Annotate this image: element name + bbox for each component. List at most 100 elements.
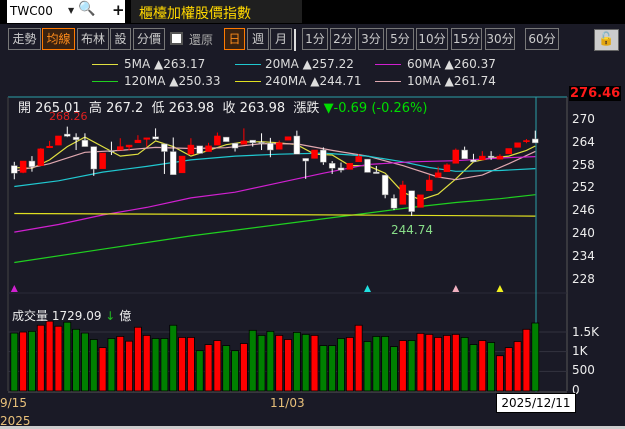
volume-bar <box>504 347 513 392</box>
candle-body <box>240 140 248 145</box>
candle-body <box>311 149 318 159</box>
volume-bar <box>328 345 337 392</box>
y-tick: 252 <box>572 180 595 194</box>
candle-body <box>11 165 18 174</box>
y-tick: 264 <box>572 135 595 149</box>
volume-bar <box>10 332 19 392</box>
candle-body <box>178 155 186 174</box>
volume-bar <box>45 320 54 392</box>
candle-body <box>417 194 424 208</box>
volume-bar <box>513 341 522 392</box>
volume-bar <box>160 338 169 392</box>
volume-bar <box>213 340 222 392</box>
volume-bar <box>231 350 239 392</box>
candle-body <box>28 160 36 167</box>
candle-body <box>249 139 256 144</box>
volume-bar <box>460 337 469 392</box>
candle-body <box>426 179 433 191</box>
volume-bar <box>416 332 425 392</box>
signal-marker-icon <box>452 285 460 292</box>
period-low-label: 244.74 <box>391 223 433 237</box>
volume-bar <box>98 347 107 392</box>
candle-body <box>64 133 71 137</box>
cursor-date-tooltip: 2025/12/11 <box>496 393 576 413</box>
volume-bar <box>81 332 89 392</box>
volume-bar <box>19 331 28 392</box>
signal-marker-icon <box>364 285 371 292</box>
signal-marker-icon <box>496 285 504 292</box>
candle-body <box>187 144 195 155</box>
candle-body <box>222 136 230 142</box>
y-tick: 258 <box>572 158 595 172</box>
volume-bar <box>125 340 133 392</box>
volume-bar <box>204 344 213 392</box>
candle-body <box>487 155 495 158</box>
candle-body <box>152 136 159 140</box>
y-tick: 240 <box>572 226 595 240</box>
candle-body <box>55 135 62 146</box>
volume-bar <box>434 337 443 392</box>
candle-body <box>169 151 177 175</box>
volume-bar <box>186 337 195 392</box>
x-tick-1103: 11/03 <box>270 396 305 410</box>
volume-bar <box>451 333 460 392</box>
volume-bar <box>257 334 266 392</box>
candle-body <box>479 155 486 161</box>
candle-body <box>37 148 45 166</box>
volume-bar <box>531 322 540 392</box>
volume-bar <box>28 330 36 392</box>
candle-body <box>470 159 477 163</box>
candle-body <box>117 146 124 151</box>
volume-bar <box>425 333 434 392</box>
candle-body <box>99 152 106 169</box>
volume-bar <box>319 345 328 392</box>
candle-body <box>452 149 460 164</box>
candle-body <box>72 136 80 141</box>
candle-body <box>284 136 292 141</box>
candle-body <box>143 137 150 140</box>
candle-body <box>231 142 239 149</box>
y-tick: 246 <box>572 203 595 217</box>
candle-body <box>496 155 504 160</box>
candle-body <box>267 142 274 151</box>
price-chart[interactable] <box>0 0 625 429</box>
candle-body <box>46 145 53 148</box>
y-tick: 234 <box>572 249 595 263</box>
volume-bar <box>345 337 354 392</box>
volume-bar <box>443 334 451 392</box>
volume-bar <box>248 329 257 392</box>
volume-bar <box>363 341 372 392</box>
signal-marker-icon <box>10 285 18 292</box>
candle-body <box>205 145 212 152</box>
volume-bar <box>222 345 231 392</box>
volume-bar <box>36 324 45 392</box>
volume-bar <box>72 328 81 392</box>
axis-current-price: 276.46 <box>569 86 622 101</box>
volume-bar <box>398 340 407 392</box>
volume-bar <box>478 340 487 392</box>
volume-bar <box>310 334 319 392</box>
volume-bar <box>54 325 63 392</box>
y-tick: 228 <box>572 272 595 286</box>
candle-body <box>523 140 530 142</box>
volume-bar <box>169 324 178 392</box>
candle-body <box>125 144 133 148</box>
volume-bar <box>266 330 275 392</box>
volume-bar <box>63 321 72 392</box>
volume-bar <box>354 324 363 392</box>
volume-bar <box>89 339 98 392</box>
volume-readout: 成交量 1729.09 ↓ 億 <box>12 309 132 323</box>
volume-bar <box>496 355 504 392</box>
candle-body <box>532 138 539 144</box>
volume-bar <box>301 333 310 392</box>
candle-body <box>302 158 309 162</box>
candle-body <box>337 167 345 171</box>
candle-body <box>320 149 327 163</box>
volume-bar <box>390 346 398 392</box>
vol-tick: 500 <box>572 363 595 377</box>
candle-body <box>399 184 407 205</box>
volume-bar <box>275 334 284 392</box>
candle-body <box>81 139 89 147</box>
candle-body <box>214 135 221 146</box>
candle-body <box>505 148 513 155</box>
